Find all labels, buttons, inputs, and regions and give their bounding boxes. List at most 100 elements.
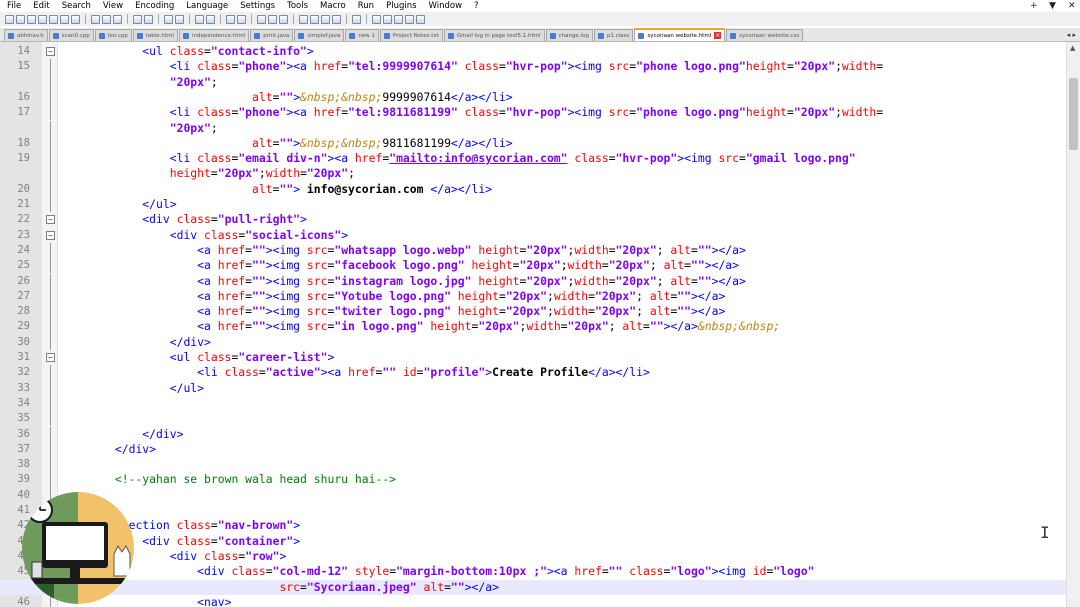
zoom-in-icon[interactable]: [195, 14, 204, 24]
save-all-icon[interactable]: [38, 14, 47, 24]
file-tab[interactable]: scan0.cpp: [48, 29, 94, 41]
code-line[interactable]: 28 <a href=""><img src="twiter logo.png"…: [0, 304, 1066, 320]
fold-toggle-icon[interactable]: −: [46, 47, 55, 56]
menu-encoding[interactable]: Encoding: [128, 0, 179, 12]
sync-h-icon[interactable]: [237, 14, 246, 24]
scrollbar-thumb[interactable]: [1069, 78, 1078, 150]
close-window-button[interactable]: ✕: [1068, 0, 1076, 12]
menu-macro[interactable]: Macro: [313, 0, 351, 12]
wrap-icon[interactable]: [257, 14, 266, 24]
file-tab[interactable]: Project Notes.txt: [380, 29, 443, 41]
window-menu-button[interactable]: ▼: [1049, 0, 1056, 12]
indent-guide-icon[interactable]: [279, 14, 288, 24]
code-line[interactable]: 37 </div>: [0, 441, 1066, 458]
menu-settings[interactable]: Settings: [233, 0, 280, 12]
function-list-icon[interactable]: [321, 14, 330, 24]
code-line[interactable]: 30 </div>: [0, 334, 1066, 350]
save-macro-icon[interactable]: [416, 14, 425, 24]
menu-search[interactable]: Search: [55, 0, 96, 12]
code-line[interactable]: 16 alt="">&nbsp;&nbsp;9999907614</a></li…: [0, 89, 1066, 106]
code-line[interactable]: 40: [0, 487, 1066, 503]
file-tab[interactable]: sycoriaan website.html ×: [634, 28, 726, 41]
code-line[interactable]: 22 − <div class="pull-right">: [0, 212, 1066, 227]
copy-icon[interactable]: [102, 14, 111, 24]
redo-icon[interactable]: [144, 14, 153, 24]
cut-icon[interactable]: [91, 14, 100, 24]
menu-edit[interactable]: Edit: [26, 0, 54, 12]
menu-tools[interactable]: Tools: [280, 0, 313, 12]
code-line[interactable]: 26 <a href=""><img src="instagram logo.j…: [0, 273, 1066, 289]
doc-map-icon[interactable]: [310, 14, 319, 24]
fold-toggle-icon[interactable]: −: [46, 215, 55, 225]
play-multi-icon[interactable]: [405, 14, 414, 24]
file-tab[interactable]: table.html: [132, 29, 178, 41]
menu-help[interactable]: ?: [467, 0, 484, 12]
code-line[interactable]: 18 alt="">&nbsp;&nbsp;9811681199</a></li…: [0, 135, 1066, 152]
file-tab[interactable]: print.java: [250, 29, 294, 41]
code-line[interactable]: 21 </ul>: [0, 197, 1066, 213]
find-icon[interactable]: [164, 14, 173, 24]
file-tab[interactable]: simplef.java: [294, 29, 345, 41]
code-line[interactable]: height="20px";width="20px";: [0, 166, 1066, 182]
code-line[interactable]: 43− <div class="container">: [0, 534, 1066, 549]
code-line[interactable]: 35: [0, 411, 1066, 427]
tab-scroll-arrows[interactable]: ◂ ▸: [1067, 31, 1076, 39]
file-tab[interactable]: independence.html: [178, 29, 250, 41]
code-line[interactable]: 45 <div class="col-md-12" style="margin-…: [0, 564, 1066, 580]
code-line[interactable]: 15 <li class="phone"><a href="tel:999990…: [0, 59, 1066, 75]
code-line[interactable]: 46 <nav>: [0, 594, 1066, 607]
udl-icon[interactable]: [299, 14, 308, 24]
code-line[interactable]: 36 </div>: [0, 426, 1066, 442]
menu-run[interactable]: Run: [351, 0, 379, 12]
code-line[interactable]: 19 <li class="email div-n"><a href="mail…: [0, 151, 1066, 167]
play-icon[interactable]: [394, 14, 403, 24]
menu-file[interactable]: File: [0, 0, 26, 12]
folder-workspace-icon[interactable]: [332, 14, 341, 24]
code-line[interactable]: "20px";: [0, 120, 1066, 136]
file-tab[interactable]: change.log: [545, 29, 593, 41]
fold-toggle-icon[interactable]: −: [46, 230, 55, 240]
code-line[interactable]: 39 <!--yahan se brown wala head shuru ha…: [0, 472, 1066, 488]
code-line[interactable]: 29 <a href=""><img src="in logo.png" hei…: [0, 319, 1066, 335]
code-line[interactable]: 17 <li class="phone"><a href="tel:981168…: [0, 105, 1066, 121]
file-tab[interactable]: loo.cpp: [94, 29, 132, 41]
code-line[interactable]: 44− <div class="row">: [0, 549, 1066, 564]
code-line[interactable]: 14 − <ul class="contact-info">: [0, 44, 1066, 59]
all-chars-icon[interactable]: [268, 14, 277, 24]
scroll-up-icon[interactable]: ▲: [1070, 44, 1075, 52]
vertical-scrollbar[interactable]: ▲: [1066, 42, 1080, 607]
code-line[interactable]: 41: [0, 503, 1066, 519]
code-line[interactable]: 31 − <ul class="career-list">: [0, 350, 1066, 365]
menu-window[interactable]: Window: [422, 0, 468, 12]
paste-icon[interactable]: [113, 14, 122, 24]
file-tab[interactable]: new 1: [345, 29, 380, 41]
close-icon[interactable]: [49, 14, 58, 24]
sync-v-icon[interactable]: [226, 14, 235, 24]
code-line[interactable]: 20 alt=""> info@sycorian.com </a></li>: [0, 181, 1066, 197]
open-icon[interactable]: [16, 14, 25, 24]
add-window-button[interactable]: +: [1030, 0, 1038, 12]
file-tab[interactable]: abhinav.h: [4, 29, 48, 41]
close-tab-icon[interactable]: ×: [714, 32, 722, 39]
menu-language[interactable]: Language: [179, 0, 233, 12]
file-tab[interactable]: p1.class: [593, 29, 634, 41]
menu-view[interactable]: View: [96, 0, 128, 12]
monitor-icon[interactable]: [352, 14, 361, 24]
close-all-icon[interactable]: [60, 14, 69, 24]
print-icon[interactable]: [71, 14, 80, 24]
save-icon[interactable]: [27, 14, 36, 24]
zoom-out-icon[interactable]: [206, 14, 215, 24]
stop-icon[interactable]: [383, 14, 392, 24]
undo-icon[interactable]: [133, 14, 142, 24]
code-line[interactable]: 23 − <div class="social-icons">: [0, 228, 1066, 243]
new-icon[interactable]: [5, 14, 14, 24]
record-icon[interactable]: [372, 14, 381, 24]
menu-plugins[interactable]: Plugins: [379, 0, 421, 12]
replace-icon[interactable]: [175, 14, 184, 24]
code-editor[interactable]: 14− <ul class="contact-info"> 15 <li clas…: [0, 42, 1066, 607]
code-line[interactable]: 32 <li class="active"><a href="" id="pro…: [0, 365, 1066, 381]
code-line[interactable]: 27 <a href=""><img src="Yotube logo.png"…: [0, 288, 1066, 305]
file-tab[interactable]: Gmail log in page test5.1.html: [443, 29, 545, 41]
code-line[interactable]: src="Sycoriaan.jpeg" alt=""></a>: [0, 579, 1066, 595]
code-line[interactable]: 34: [0, 395, 1066, 412]
